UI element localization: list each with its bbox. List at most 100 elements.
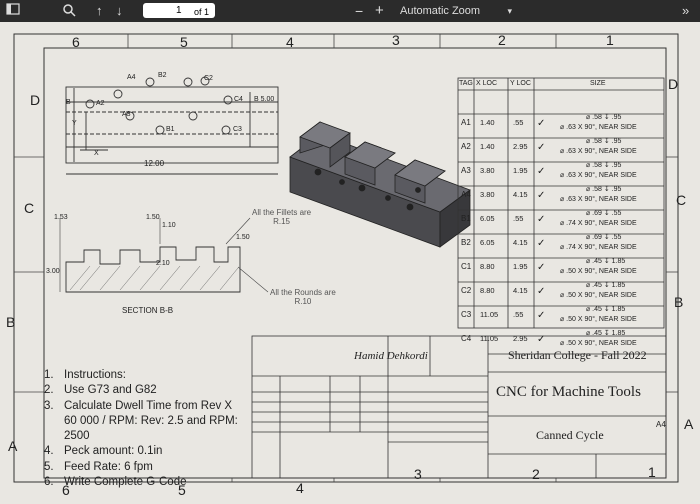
drawing-subtitle: Canned Cycle (536, 428, 604, 442)
hole-table-header-y: Y LOC (510, 80, 531, 87)
dim-5-00: B 5.00 (254, 96, 275, 103)
hole-size-line2: ⌀ .74 X 90°, NEAR SIDE (560, 244, 637, 251)
check-icon: ✓ (537, 190, 546, 201)
hole-tag: C1 (461, 262, 472, 271)
hole-x: 3.80 (480, 166, 495, 175)
instruction-text: Use G73 and G82 (64, 384, 157, 397)
instruction-item: 6. Write Complete G-Code (44, 475, 238, 490)
hole-size-line2: ⌀ .63 X 90°, NEAR SIDE (560, 124, 637, 131)
hole-label-a2: A2 (96, 100, 105, 107)
zoom-select-label: Automatic Zoom (400, 5, 481, 17)
hole-x: 1.40 (480, 118, 495, 127)
hole-y: .55 (513, 310, 524, 319)
instruction-number: 6. (44, 476, 54, 489)
hole-tag: B1 (461, 214, 471, 223)
instruction-number: 5. (44, 460, 54, 473)
hole-y: 4.15 (513, 238, 528, 247)
instruction-item: 2. Use G73 and G82 (44, 383, 238, 398)
hole-y: 1.95 (513, 262, 528, 271)
instruction-item: 5. Feed Rate: 6 fpm (44, 460, 238, 475)
dim-1-10: 1.10 (162, 222, 176, 229)
page-count: of 1 (194, 7, 210, 17)
dim-1-50-right: 1.50 (236, 234, 250, 241)
hole-y: .55 (513, 118, 524, 127)
col-label-top-4: 4 (286, 34, 294, 50)
check-icon: ✓ (537, 262, 546, 273)
hole-x: 8.80 (480, 286, 495, 295)
hole-label-a4: A4 (127, 74, 136, 81)
col-label-bottom-2: 2 (532, 466, 540, 482)
dim-1-50-top: 1.50 (146, 214, 160, 221)
viewer-toolbar: ↑ ↓ 1 of 1 − + Automatic Zoom ▾ » (0, 0, 700, 23)
hole-x: 11.05 (480, 310, 499, 319)
row-label-right-a: A (684, 416, 694, 432)
next-page-icon[interactable]: ↓ (116, 3, 123, 19)
hole-size-line2: ⌀ .50 X 90°, NEAR SIDE (560, 268, 637, 275)
instruction-number: 2. (44, 384, 54, 397)
row-label-left-d: D (30, 92, 41, 108)
zoom-out-button[interactable]: − (355, 3, 363, 19)
dim-1-53: 1.53 (54, 214, 68, 221)
col-label-top-5: 5 (180, 34, 188, 50)
fillet-note: All the Fillets are R.15 (252, 208, 311, 226)
sidebar-toggle-icon[interactable] (6, 3, 22, 19)
instruction-item: 3. Calculate Dwell Time from Rev X (44, 399, 238, 414)
instruction-number: 1. (44, 369, 54, 381)
drawing-sheet: 6 5 4 3 2 1 6 5 4 3 2 1 D C B A D C B A … (0, 22, 700, 504)
sheet-size: A4 (656, 420, 666, 429)
col-label-bottom-4: 4 (296, 480, 304, 496)
hole-size-line1: ⌀ .69 ↧ .55 (586, 210, 622, 217)
hole-tag: B2 (461, 238, 471, 247)
author-name: Hamid Dehkordi (354, 350, 428, 362)
check-icon: ✓ (537, 286, 546, 297)
hole-y: 2.95 (513, 334, 528, 343)
search-icon[interactable] (62, 3, 76, 19)
instruction-text: Calculate Dwell Time from Rev X (64, 399, 233, 412)
hole-x: 6.05 (480, 238, 495, 247)
instruction-number (44, 429, 64, 444)
previous-page-icon[interactable]: ↑ (96, 3, 103, 19)
hole-size-line1: ⌀ .45 ↧ 1.85 (586, 282, 626, 289)
hole-size-line1: ⌀ .45 ↧ 1.85 (586, 258, 626, 265)
axis-y-label: Y (72, 120, 77, 127)
instruction-text: 2500 (64, 430, 90, 443)
hole-tag: C2 (461, 286, 472, 295)
row-label-right-d: D (668, 76, 679, 92)
hole-x: 11.05 (480, 334, 499, 343)
hole-x: 3.80 (480, 190, 495, 199)
check-icon: ✓ (537, 118, 546, 129)
check-icon: ✓ (537, 334, 546, 345)
check-icon: ✓ (537, 238, 546, 249)
hole-tag: A4 (461, 190, 471, 199)
hole-label-c4: C4 (234, 96, 243, 103)
hole-x: 8.80 (480, 262, 495, 271)
hole-size-line1: ⌀ .45 ↧ 1.85 (586, 306, 626, 313)
hole-y: 2.95 (513, 142, 528, 151)
zoom-select[interactable]: Automatic Zoom ▾ (400, 3, 512, 19)
zoom-in-button[interactable]: + (375, 3, 384, 19)
instruction-text: Peck amount: 0.1in (64, 445, 163, 458)
school-name: Sheridan College - Fall 2022 (508, 348, 647, 362)
round-note-line2: R.10 (294, 297, 312, 306)
more-tools-button[interactable]: » (682, 3, 689, 19)
check-icon: ✓ (537, 310, 546, 321)
col-label-top-2: 2 (498, 32, 506, 48)
hole-y: 4.15 (513, 190, 528, 199)
hole-size-line1: ⌀ .45 ↧ 1.85 (586, 330, 626, 337)
instruction-number (44, 414, 64, 429)
instruction-text: Write Complete G-Code (64, 476, 187, 489)
hole-tag: C4 (461, 334, 472, 343)
row-label-left-c: C (24, 200, 35, 216)
col-label-bottom-1: 1 (648, 464, 656, 480)
hole-label-c2: C2 (204, 75, 213, 82)
hole-table-header-size: SIZE (590, 80, 606, 87)
dim-2-10: 2.10 (156, 260, 170, 267)
hole-size-line2: ⌀ .50 X 90°, NEAR SIDE (560, 340, 637, 347)
hole-table-header-tag: TAG (459, 80, 473, 87)
row-label-left-a: A (8, 438, 18, 454)
hole-tag: C3 (461, 310, 472, 319)
drawing-title: CNC for Machine Tools (496, 384, 641, 400)
instructions-list: 1. Instructions: 2. Use G73 and G82 3. Calcul… (44, 368, 238, 490)
section-label: SECTION B-B (122, 306, 174, 315)
instruction-item: 2500 (44, 429, 238, 444)
